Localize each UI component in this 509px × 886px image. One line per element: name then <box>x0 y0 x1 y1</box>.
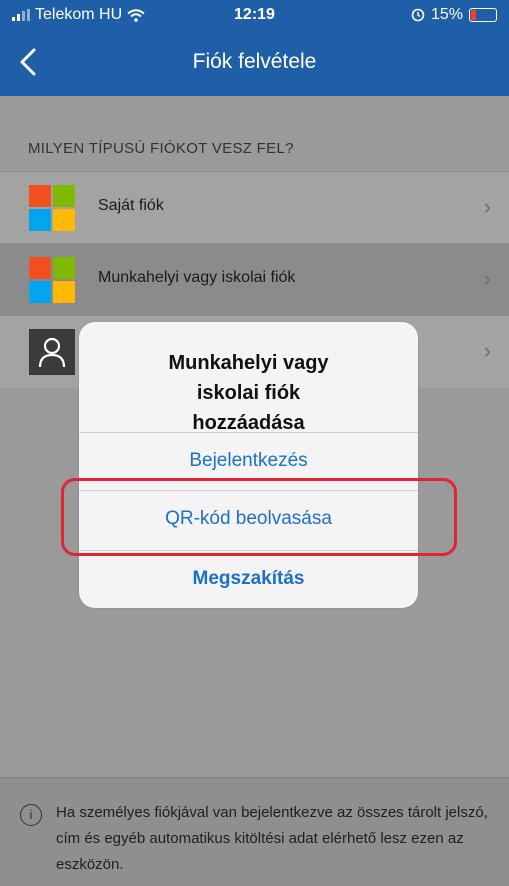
section-header: MILYEN TÍPUSÚ FIÓKOT VESZ FEL? <box>28 140 294 157</box>
person-icon <box>29 329 75 375</box>
chevron-right-icon: › <box>483 194 491 219</box>
footer-text: Ha személyes fiókjával van bejelentkezve… <box>56 804 488 873</box>
alert-title-text: Munkahelyi vagy iskolai fiók hozzáadása <box>168 352 329 434</box>
alert-title: Munkahelyi vagy iskolai fiók hozzáadása <box>79 348 418 438</box>
alarm-icon <box>411 8 425 22</box>
microsoft-logo-icon <box>29 185 75 231</box>
account-option-personal[interactable]: Saját fiók › <box>0 171 509 244</box>
account-option-label: Saját fiók <box>98 197 164 214</box>
battery-percent: 15% <box>430 6 463 23</box>
footer-info: i Ha személyes fiókjával van bejelentkez… <box>0 777 509 886</box>
screen: Telekom HU 12:19 15% Fiók felvétele MILY <box>0 0 509 886</box>
account-option-label: Munkahelyi vagy iskolai fiók <box>98 269 296 286</box>
nav-bar: Fiók felvétele <box>0 30 509 96</box>
add-account-alert: Munkahelyi vagy iskolai fiók hozzáadása … <box>79 322 418 608</box>
microsoft-logo-icon <box>29 257 75 303</box>
battery-icon <box>469 8 497 22</box>
chevron-right-icon: › <box>483 266 491 291</box>
cancel-button[interactable]: Megszakítás <box>79 550 418 607</box>
info-icon: i <box>20 804 42 826</box>
status-right: 15% <box>411 6 497 24</box>
chevron-right-icon: › <box>483 338 491 363</box>
status-bar: Telekom HU 12:19 15% <box>0 0 509 30</box>
page-title: Fiók felvétele <box>192 50 317 73</box>
account-option-work-school[interactable]: Munkahelyi vagy iskolai fiók › <box>0 243 509 316</box>
qr-highlight-box <box>61 478 457 556</box>
